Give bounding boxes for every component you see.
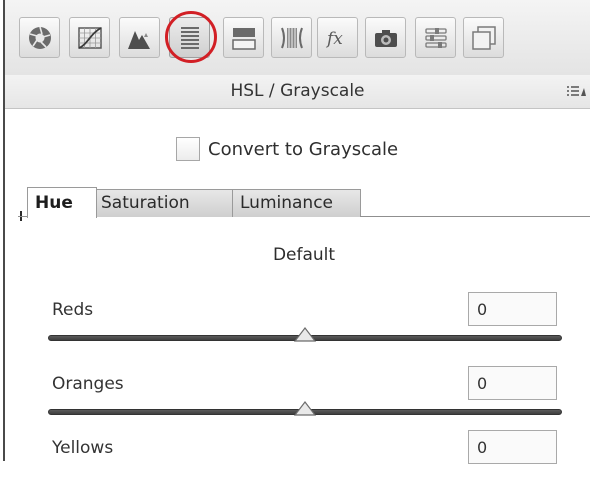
tab-strip-baseline-left (18, 216, 27, 217)
lens-corrections-icon (280, 27, 303, 48)
hsl-tabs: Saturation Luminance Hue (5, 185, 590, 221)
presets-button[interactable] (415, 17, 456, 58)
slider-label-yellows: Yellows (52, 438, 114, 458)
slider-thumb-oranges[interactable] (294, 401, 316, 417)
presets-icon (424, 27, 447, 48)
detail-icon (127, 30, 150, 49)
snapshots-icon (471, 25, 496, 50)
hsl-grayscale-panel: fx HSL / Grayscale Convert to Grayscale … (0, 0, 590, 464)
effects-button[interactable]: fx (317, 17, 358, 58)
slider-thumb-reds[interactable] (294, 327, 316, 343)
default-link-row: Default (0, 245, 590, 265)
basic-panel-button[interactable] (19, 17, 60, 58)
aperture-icon (28, 26, 51, 49)
effects-icon: fx (325, 29, 343, 49)
tab-strip-baseline (360, 216, 590, 217)
default-link[interactable]: Default (273, 245, 335, 265)
tone-curve-button[interactable] (69, 17, 110, 58)
slider-row-yellows: Yellows 0 (48, 430, 562, 500)
convert-to-grayscale-row[interactable]: Convert to Grayscale (176, 136, 398, 162)
panel-title: HSL / Grayscale (230, 81, 365, 101)
split-toning-icon (231, 27, 256, 50)
panel-header: HSL / Grayscale (5, 75, 590, 109)
panel-menu-icon[interactable] (566, 85, 586, 99)
split-toning-button[interactable] (223, 17, 264, 58)
tab-hue[interactable]: Hue (27, 187, 97, 218)
camera-calibration-button[interactable] (365, 17, 406, 58)
svg-text:fx: fx (325, 29, 343, 49)
panel-toolbar: fx (5, 0, 590, 76)
slider-row-oranges: Oranges 0 (48, 366, 562, 436)
slider-label-reds: Reds (52, 300, 94, 320)
tone-curve-icon (77, 26, 102, 49)
camera-calibration-icon (374, 29, 397, 47)
slider-value-reds[interactable]: 0 (468, 292, 557, 326)
snapshots-button[interactable] (463, 17, 504, 58)
convert-to-grayscale-label: Convert to Grayscale (208, 138, 399, 160)
detail-button[interactable] (119, 17, 160, 58)
lens-corrections-button[interactable] (271, 17, 312, 58)
convert-to-grayscale-checkbox[interactable] (176, 137, 200, 161)
slider-label-oranges: Oranges (52, 374, 124, 394)
hsl-button-highlight-circle (165, 11, 217, 63)
slider-value-oranges[interactable]: 0 (468, 366, 557, 400)
tab-luminance[interactable]: Luminance (232, 189, 361, 217)
slider-value-yellows[interactable]: 0 (468, 430, 557, 464)
tab-saturation[interactable]: Saturation (93, 189, 236, 217)
slider-row-reds: Reds 0 (48, 292, 562, 362)
